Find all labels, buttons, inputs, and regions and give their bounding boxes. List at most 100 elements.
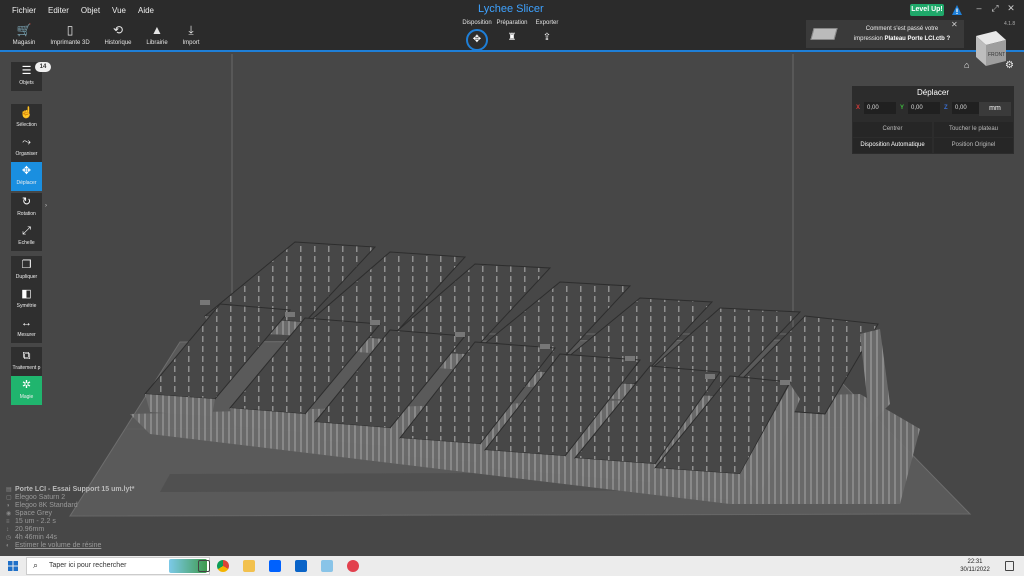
lychee-app-icon[interactable]	[347, 560, 359, 572]
taskbar-search[interactable]: ⌕ Taper ici pour rechercher	[26, 557, 210, 575]
view-cube[interactable]: FRONT	[968, 28, 1010, 70]
auto-layout-button[interactable]: Disposition Automatique	[853, 138, 932, 153]
taskbar-search-placeholder: Taper ici pour rechercher	[49, 562, 127, 569]
maximize-icon[interactable]: ⤢	[988, 3, 1002, 14]
menu-editer[interactable]: Editer	[48, 6, 69, 15]
tool-duplicate[interactable]: ❐ Dupliquer	[11, 256, 42, 285]
history-button[interactable]: ⟲ Historique	[98, 22, 138, 50]
tool-rotation-label: Rotation	[17, 211, 36, 217]
menu-aide[interactable]: Aide	[138, 6, 154, 15]
tool-magic[interactable]: ✲ Magie	[11, 376, 42, 405]
warning-icon[interactable]	[951, 4, 963, 16]
height-icon: ↕	[6, 527, 9, 533]
tool-selection[interactable]: ☝ Sélection	[11, 104, 42, 133]
tool-processing[interactable]: ⧉ Traitement p	[11, 347, 42, 376]
tool-scale[interactable]: ⤢ Echelle	[11, 222, 42, 251]
import-button[interactable]: ⤓ Import	[171, 22, 211, 50]
file-explorer-icon[interactable]	[243, 560, 255, 572]
z-axis-label: Z	[944, 105, 948, 111]
menu-fichier[interactable]: Fichier	[12, 6, 36, 15]
objects-count-badge: 14	[35, 62, 51, 72]
tab-exporter[interactable]: Exporter ⇪	[527, 20, 567, 47]
info-file: Porte LCI - Essai Support 15 um.lyt*	[15, 486, 135, 493]
windows-start-icon[interactable]	[8, 561, 18, 571]
move-icon: ✥	[21, 165, 32, 177]
tool-duplicate-label: Dupliquer	[15, 274, 38, 280]
x-input[interactable]: 0,00	[864, 102, 896, 114]
gear-icon[interactable]: ⚙	[1005, 60, 1014, 71]
scale-icon: ⤢	[22, 225, 31, 237]
tab-disposition-label: Disposition	[462, 20, 492, 26]
tool-measure[interactable]: ↔ Mesurer	[11, 314, 42, 343]
touch-plate-button[interactable]: Toucher le plateau	[934, 122, 1013, 137]
tab-preparation[interactable]: Préparation ♜	[492, 20, 532, 47]
menu-objet[interactable]: Objet	[81, 6, 100, 15]
cart-icon: 🛒	[16, 23, 32, 37]
original-position-button[interactable]: Position Originel	[934, 138, 1013, 153]
plate-thumbnail	[810, 28, 838, 40]
move-panel-title: Déplacer	[916, 88, 949, 97]
screen-icon: ◑	[6, 503, 10, 509]
file-icon: ▤	[6, 487, 12, 493]
store-button[interactable]: 🛒 Magasin	[4, 22, 44, 50]
y-input[interactable]: 0,00	[908, 102, 940, 114]
unit-selector[interactable]: mm	[979, 102, 1011, 116]
history-label: Historique	[104, 40, 132, 46]
printer-button[interactable]: ▯ Imprimante 3D	[50, 22, 90, 50]
minimize-icon[interactable]: –	[972, 3, 986, 13]
import-label: Import	[182, 40, 200, 46]
tool-symmetry[interactable]: ◧ Symétrie	[11, 285, 42, 314]
mail-icon[interactable]	[295, 560, 307, 572]
home-icon[interactable]: ⌂	[964, 60, 969, 70]
center-button[interactable]: Centrer	[853, 122, 932, 137]
info-time: 4h 46min 44s	[15, 534, 58, 541]
move-panel: Déplacer X 0,00 Y 0,00 Z 0,00 mm Centrer…	[852, 86, 1014, 154]
printer-icon: ▢	[6, 495, 12, 501]
measure-icon: ↔	[21, 317, 32, 329]
search-icon: ⌕	[33, 560, 39, 570]
supports-icon: ♜	[507, 32, 517, 43]
tool-selection-label: Sélection	[16, 122, 37, 128]
menu-vue[interactable]: Vue	[112, 6, 126, 15]
system-clock[interactable]: 22:31 30/11/2022	[955, 558, 995, 574]
clock-date: 30/11/2022	[960, 567, 990, 573]
import-icon: ⤓	[188, 23, 194, 37]
info-resin: Space Grey	[15, 510, 52, 517]
coordinate-fields: X 0,00 Y 0,00 Z 0,00	[856, 102, 988, 114]
paint-icon[interactable]	[321, 560, 333, 572]
notification-line2: impression Plateau Porte LCI.ctb ?	[842, 36, 962, 42]
printer-label: Imprimante 3D	[50, 40, 90, 46]
tool-symmetry-label: Symétrie	[16, 303, 37, 309]
chevron-right-icon: ›	[45, 203, 47, 209]
feedback-notification[interactable]: Comment s'est passé votre impression Pla…	[806, 20, 964, 48]
chrome-icon[interactable]	[217, 560, 229, 572]
task-view-icon[interactable]	[198, 560, 210, 572]
layer-icon: ≡	[6, 519, 10, 525]
estimate-resin-link[interactable]: Estimer le volume de résine	[15, 542, 101, 550]
tool-move-label: Déplacer	[16, 180, 37, 186]
x-axis-label: X	[856, 105, 861, 111]
notification-center-icon[interactable]	[1005, 561, 1014, 571]
y-axis-label: Y	[900, 105, 905, 111]
info-layer: 15 um - 2.2 s	[15, 518, 56, 525]
close-icon[interactable]: ✕	[1004, 3, 1018, 14]
version-label: 4.1.8	[1004, 21, 1016, 27]
processing-icon: ⧉	[22, 350, 31, 362]
level-up-button[interactable]: Level Up!	[910, 4, 944, 16]
tool-measure-label: Mesurer	[17, 332, 36, 338]
tab-disposition[interactable]: Disposition ✥	[457, 20, 497, 51]
dropbox-icon[interactable]	[269, 560, 281, 572]
notification-line1: Comment s'est passé votre	[865, 26, 939, 32]
tool-organize[interactable]: ⤳ Organiser	[11, 133, 42, 162]
tool-move[interactable]: ✥ Déplacer	[11, 162, 42, 191]
notification-file: Plateau Porte LCI.ctb ?	[884, 36, 951, 42]
lychee-app-window: Fichier Editer Objet Vue Aide Lychee Sli…	[0, 0, 1024, 556]
layout-icon: ✥	[466, 29, 488, 51]
clock-time: 22:31	[967, 559, 983, 565]
tool-rotation[interactable]: ↻ Rotation ›	[11, 193, 47, 222]
notification-close-icon[interactable]: ✕	[951, 20, 958, 29]
duplicate-icon: ❐	[21, 259, 32, 271]
cube-front-label: FRONT	[988, 52, 1005, 58]
clock-icon: ◷	[6, 535, 12, 541]
magic-icon: ✲	[21, 379, 32, 391]
